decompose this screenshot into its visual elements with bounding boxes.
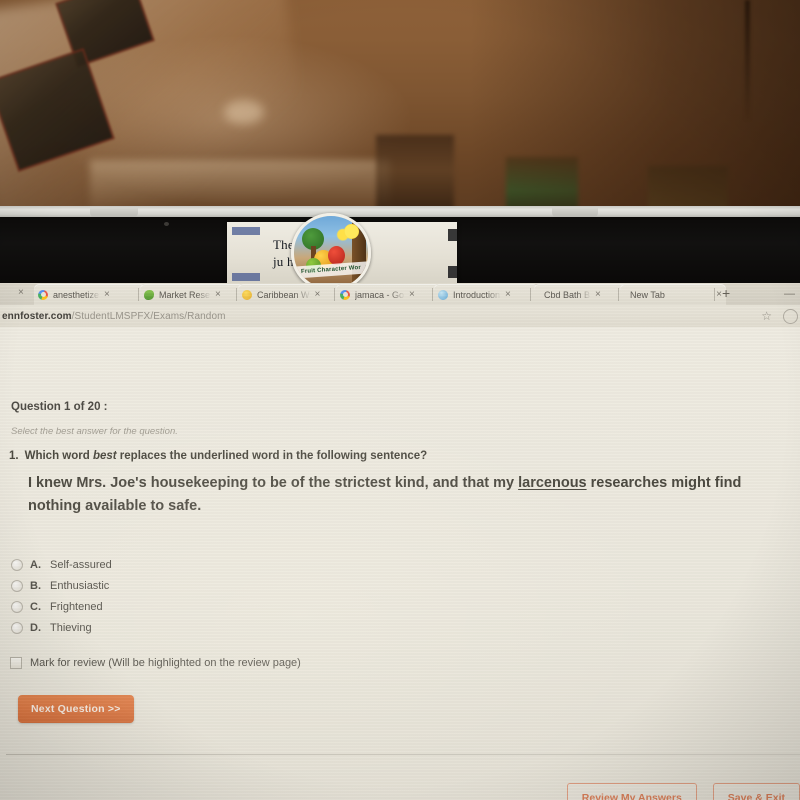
browser-window: × anesthetize × Market Rese × Caribbean … [0,283,800,800]
option-letter: B. [30,579,41,592]
option-text: Enthusiastic [50,579,110,592]
option-letter: D. [30,621,41,634]
light-reflection-spot [224,100,264,124]
profile-avatar-icon[interactable] [783,309,798,324]
browser-tab-strip: × anesthetize × Market Rese × Caribbean … [0,283,800,305]
leaf-icon [144,289,154,300]
tab-close-icon[interactable]: × [505,289,511,300]
dark-tape-strip [448,229,457,241]
fruit-icon [242,289,252,300]
radio-button-c[interactable] [11,600,23,613]
footer-divider [6,754,800,755]
radio-button-b[interactable] [11,579,23,592]
tab-close-icon[interactable]: × [409,289,415,300]
browser-tab-market-research[interactable]: Market Rese × [140,284,244,305]
question-header: Question 1 of 20 : [11,401,108,413]
tab-close-icon[interactable]: × [18,287,24,298]
minimize-button[interactable]: — [784,289,795,300]
question-sentence: I knew Mrs. Joe's housekeeping to be of … [28,472,780,518]
mark-for-review-row[interactable]: Mark for review (Will be highlighted on … [10,657,301,669]
option-text: Self-assured [50,558,112,571]
tab-separator [530,288,531,301]
bookmark-star-icon[interactable]: ☆ [761,309,772,323]
browser-tab-anesthetize[interactable]: anesthetize × [34,284,146,305]
exam-page-content: Question 1 of 20 : Select the best answe… [0,327,800,800]
tab-separator [138,288,139,301]
browser-tab-caribbean[interactable]: Caribbean W × [238,284,342,305]
blurred-shelf [90,160,390,212]
tab-separator [432,288,433,301]
room-shadow-overlay [470,0,800,212]
option-letter: A. [30,558,41,571]
answer-options-list: A. Self-assured B. Enthusiastic C. Frigh… [11,554,411,638]
review-my-answers-button[interactable]: Review My Answers [566,783,697,800]
globe-icon [438,289,448,300]
laptop-lid-notch [552,208,598,217]
tab-label: Cbd Bath B [544,289,591,300]
answer-option-c[interactable]: C. Frightened [11,596,411,617]
option-letter: C. [30,600,41,613]
save-and-exit-button[interactable]: Save & Exit [712,783,800,800]
wall-corner-streak [745,0,750,120]
tab-separator [334,288,335,301]
tab-label: jamaca - Go [355,289,405,300]
url-host: ennfoster.com [2,310,72,322]
tab-label: anesthetize [53,289,100,300]
google-icon [340,289,350,300]
laptop-lid-notch [90,208,138,217]
google-icon [38,289,48,300]
option-text: Frightened [50,600,103,613]
url-path: /StudentLMSPFX/Exams/Random [71,310,226,322]
mark-for-review-checkbox[interactable] [10,657,22,669]
tab-label: New Tab [630,289,665,300]
browser-tab-jamaca[interactable]: jamaca - Go × [336,284,440,305]
answer-option-a[interactable]: A. Self-assured [11,554,411,575]
tab-close-icon[interactable]: × [315,289,321,300]
round-fruit-sticker: Fruit Character Wor [291,213,371,291]
background-poster [376,135,454,213]
browser-tab-new-tab[interactable]: New Tab × [620,284,726,305]
blue-tape-strip [232,227,260,235]
tab-separator [236,288,237,301]
question-prompt: 1. Which word best replaces the underline… [9,450,427,462]
radio-button-d[interactable] [11,621,23,634]
browser-tab-introduction[interactable]: Introduction × [434,284,538,305]
sentence-part-1: I knew Mrs. Joe's housekeeping to be of … [28,475,519,491]
url-display: ennfoster.com/StudentLMSPFX/Exams/Random [2,311,226,322]
radio-button-a[interactable] [11,558,23,571]
tab-separator [618,288,619,301]
footer-button-group: Review My Answers Save & Exit [566,783,800,800]
browser-tab-cbd-bath[interactable]: Cbd Bath B × [534,284,634,305]
tab-separator [714,288,715,301]
tab-close-icon[interactable]: × [595,289,601,300]
tab-label: Caribbean W [257,289,310,300]
sentence-underlined-word: larcenous [518,475,587,491]
screenshot-root: The e forest is ju held its Fruit Charac… [0,0,800,800]
answer-option-d[interactable]: D. Thieving [11,617,411,638]
tab-label: Introduction [453,289,501,300]
blue-tape-strip [232,273,260,281]
prompt-text-before: Which word [24,450,93,462]
prompt-emphasis: best [92,450,117,462]
tab-label: Market Rese [159,289,211,300]
room-photo-background [0,0,800,262]
tab-close-icon[interactable]: × [215,289,221,300]
browser-address-bar[interactable]: ennfoster.com/StudentLMSPFX/Exams/Random… [0,305,800,327]
option-text: Thieving [50,621,92,634]
question-number: 1. [9,450,19,462]
mark-for-review-label: Mark for review (Will be highlighted on … [30,657,301,669]
dark-tape-strip [448,266,457,278]
prompt-text-after: replaces the underlined word in the foll… [116,450,428,462]
tab-close-icon[interactable]: × [104,289,110,300]
answer-option-b[interactable]: B. Enthusiastic [11,575,411,596]
next-question-button[interactable]: Next Question >> [18,695,134,723]
new-tab-button[interactable]: + [722,286,730,301]
webcam-indicator [164,222,169,226]
sticker-sun-icon [344,224,359,239]
question-instruction: Select the best answer for the question. [11,426,178,437]
